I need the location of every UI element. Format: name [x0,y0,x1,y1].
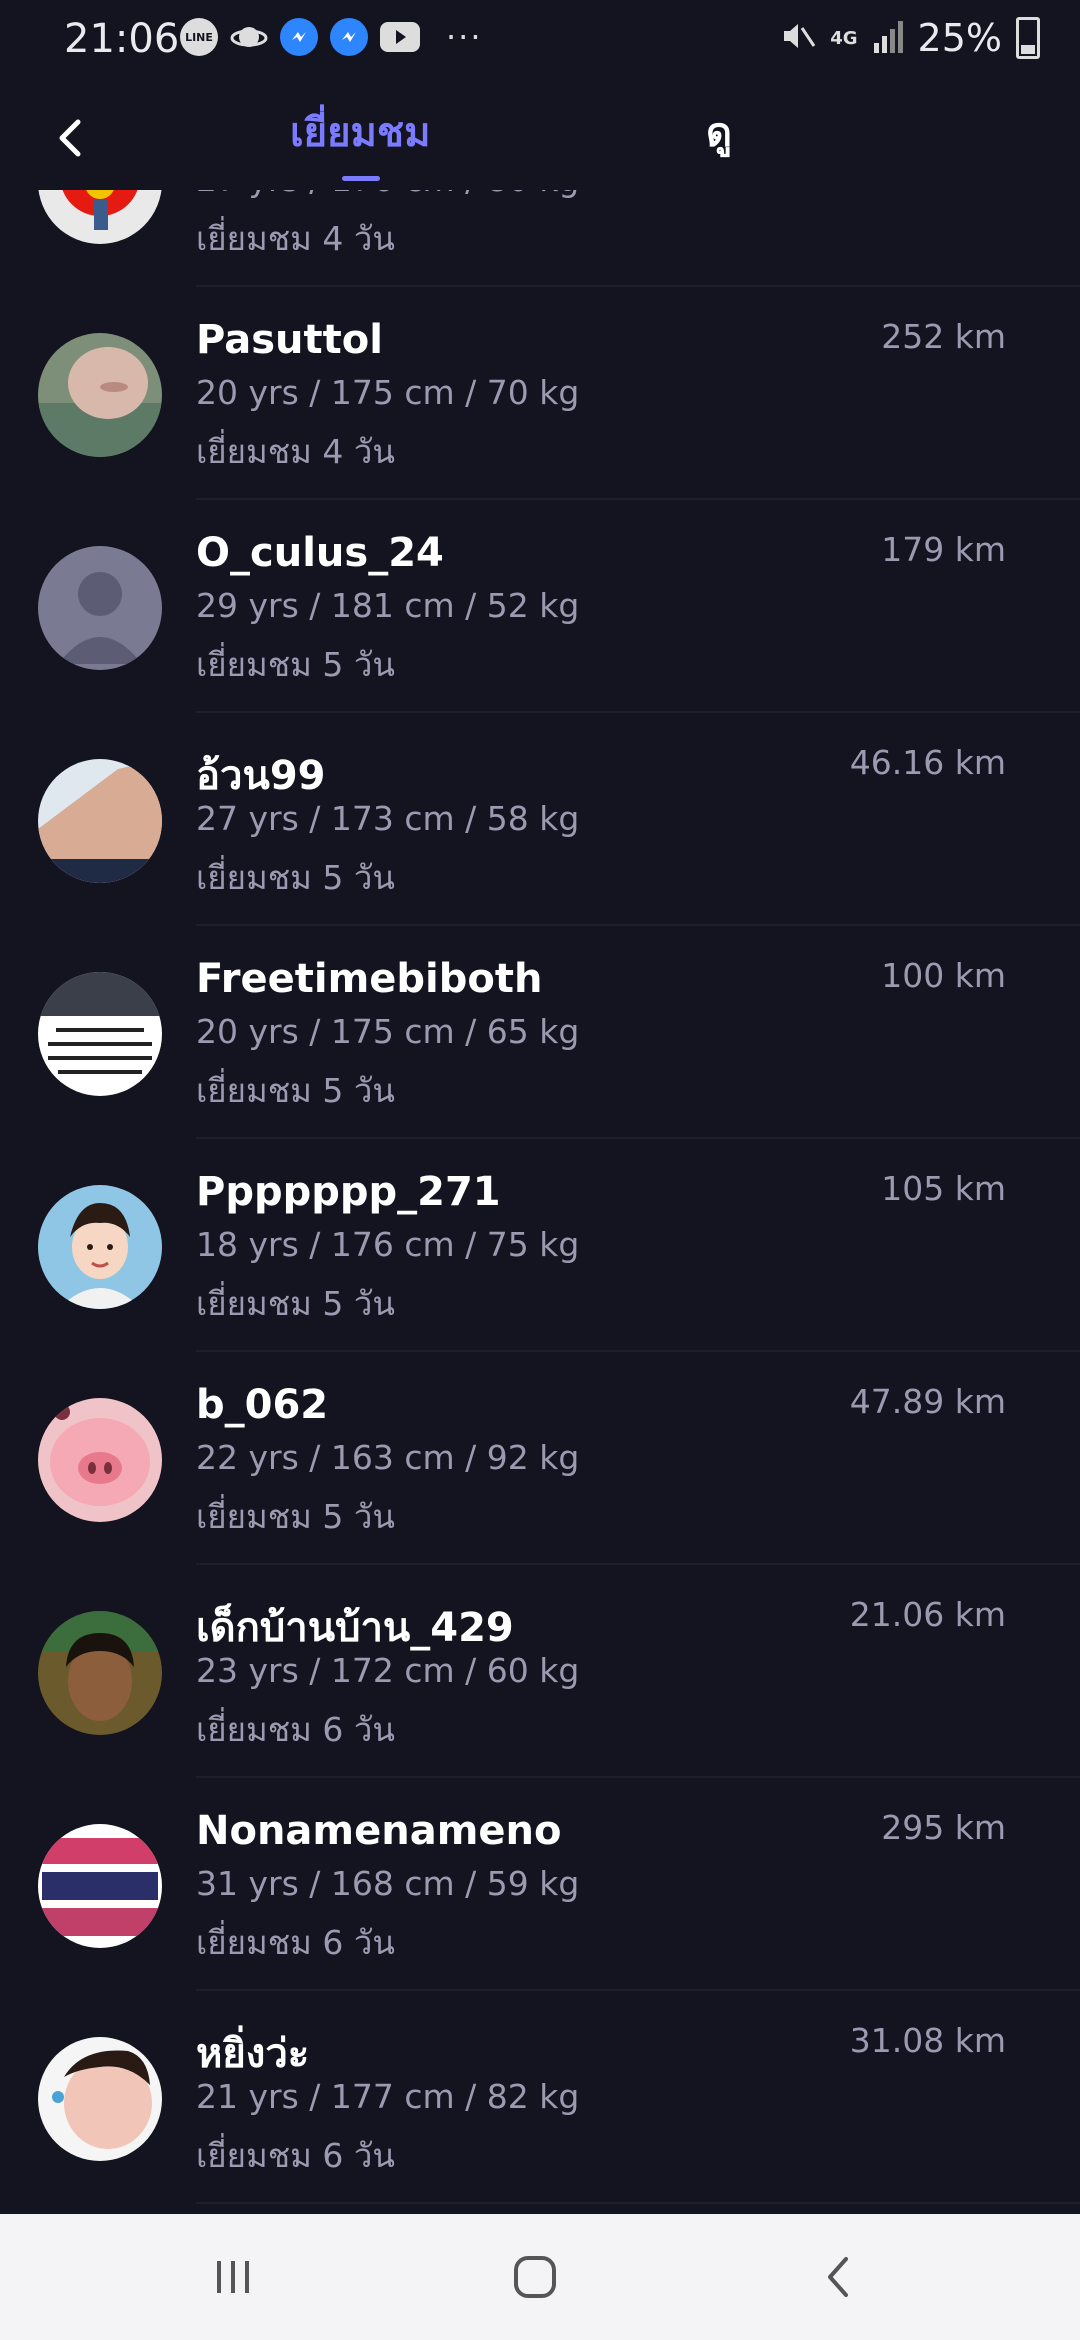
visitor-stats: 23 yrs / 172 cm / 60 kg [196,1651,580,1690]
distance: 46.16 km [849,743,1006,782]
avatar [38,1611,162,1735]
visitor-stats: 31 yrs / 168 cm / 59 kg [196,1864,580,1903]
visitor-stats: 20 yrs / 175 cm / 65 kg [196,1012,580,1051]
battery-icon [1016,17,1040,59]
signal-icon [872,19,904,57]
visitor-name: หยิ่งว่ะ [196,2031,310,2077]
status-time: 21:06 [64,16,180,62]
avatar [38,759,162,883]
status-right: 4G 25% [780,16,1040,60]
visitor-name: เด็กบ้านบ้าน_429 [196,1605,514,1651]
visitor-name: Ppppppp_271 [196,1169,501,1215]
visited-days: เยี่ยมชม 5 วัน [196,1497,395,1536]
visitor-stats: 18 yrs / 176 cm / 75 kg [196,1225,580,1264]
recent-apps-button[interactable] [203,2247,263,2307]
recent-apps-icon [217,2261,249,2293]
active-tab-indicator [342,176,380,181]
home-button[interactable] [505,2247,565,2307]
tab-visited[interactable]: เยี่ยมชม [290,100,430,164]
visitor-stats: 29 yrs / 181 cm / 52 kg [196,586,580,625]
list-item[interactable]: Pasuttol 20 yrs / 175 cm / 70 kg เยี่ยมช… [0,287,1080,500]
tab-view[interactable]: ดู [706,100,732,164]
visited-days: เยี่ยมชม 6 วัน [196,1923,395,1962]
visited-days: เยี่ยมชม 6 วัน [196,1710,395,1749]
visited-days: เยี่ยมชม 5 วัน [196,645,395,684]
visitor-name: Pasuttol [196,317,383,363]
back-icon [828,2257,848,2297]
mute-icon [780,18,816,58]
list-item[interactable]: Ppppppp_271 18 yrs / 176 cm / 75 kg เยี่… [0,1139,1080,1352]
distance: 295 km [881,1808,1006,1847]
distance: 179 km [881,530,1006,569]
system-nav-bar [0,2214,1080,2340]
visitor-name: b_062 [196,1382,329,1428]
list-item[interactable]: Nonamenameno 31 yrs / 168 cm / 59 kg เยี… [0,1778,1080,1991]
distance: 47.89 km [849,1382,1006,1421]
distance: 252 km [881,317,1006,356]
visitor-stats: 27 yrs / 173 cm / 58 kg [196,799,580,838]
status-bar: 21:06 LINE ··· 4G 25% [0,0,1080,80]
avatar [38,1824,162,1948]
visitor-stats: 27 yrs / 176 cm / 80 kg [196,190,579,199]
visited-days: เยี่ยมชม 5 วัน [196,1071,395,1110]
visitor-name: Freetimebiboth [196,956,543,1002]
visitor-stats: 22 yrs / 163 cm / 92 kg [196,1438,580,1477]
divider [196,2202,1080,2204]
visitor-stats: 20 yrs / 175 cm / 70 kg [196,373,580,412]
visited-days: เยี่ยมชม 5 วัน [196,858,395,897]
list-item[interactable]: O_culus_24 29 yrs / 181 cm / 52 kg เยี่ย… [0,500,1080,713]
more-notifications-icon: ··· [446,18,483,56]
screen: 21:06 LINE ··· 4G 25% เยี่ยมชม ดู เยี่ยม… [0,0,1080,2340]
messenger-icon [330,18,368,56]
avatar [38,2037,162,2161]
avatar [38,972,162,1096]
visitor-stats: 21 yrs / 177 cm / 82 kg [196,2077,580,2116]
avatar [38,333,162,457]
list-item[interactable]: เด็กบ้านบ้าน_429 23 yrs / 172 cm / 60 kg… [0,1565,1080,1778]
home-icon [514,2256,556,2298]
line-icon: LINE [180,18,218,56]
header: เยี่ยมชม ดู [0,80,1080,190]
list-item[interactable]: b_062 22 yrs / 163 cm / 92 kg เยี่ยมชม 5… [0,1352,1080,1565]
distance: 31.08 km [849,2021,1006,2060]
visited-days: เยี่ยมชม 4 วัน [196,432,395,471]
youtube-icon [380,22,420,52]
chevron-left-icon [59,119,81,157]
list-item[interactable]: Freetimebiboth 20 yrs / 175 cm / 65 kg เ… [0,926,1080,1139]
distance: 105 km [881,1169,1006,1208]
list-item[interactable]: 27 yrs / 176 cm / 80 kg เยี่ยมชม 4 วัน [0,190,1080,287]
visitor-name: Nonamenameno [196,1808,562,1854]
visitor-name: อ้วน99 [196,753,326,799]
battery-percent: 25% [917,16,1002,60]
list-item[interactable]: หยิ่งว่ะ 21 yrs / 177 cm / 82 kg เยี่ยมช… [0,1991,1080,2204]
visited-days: เยี่ยมชม 4 วัน [196,219,395,258]
avatar [38,1398,162,1522]
distance: 21.06 km [849,1595,1006,1634]
visitor-list: 27 yrs / 176 cm / 80 kg เยี่ยมชม 4 วัน P… [0,190,1080,2215]
distance: 100 km [881,956,1006,995]
network-type: 4G [830,27,858,49]
avatar [38,1185,162,1309]
visitor-name: O_culus_24 [196,530,444,576]
visited-days: เยี่ยมชม 6 วัน [196,2136,395,2175]
avatar [38,190,162,244]
notification-icons: LINE ··· [180,18,483,56]
list-item[interactable]: อ้วน99 27 yrs / 173 cm / 58 kg เยี่ยมชม … [0,713,1080,926]
planet-icon [230,18,268,56]
avatar [38,546,162,670]
messenger-icon [280,18,318,56]
system-back-button[interactable] [808,2247,868,2307]
visited-days: เยี่ยมชม 5 วัน [196,1284,395,1323]
back-button[interactable] [40,108,100,168]
